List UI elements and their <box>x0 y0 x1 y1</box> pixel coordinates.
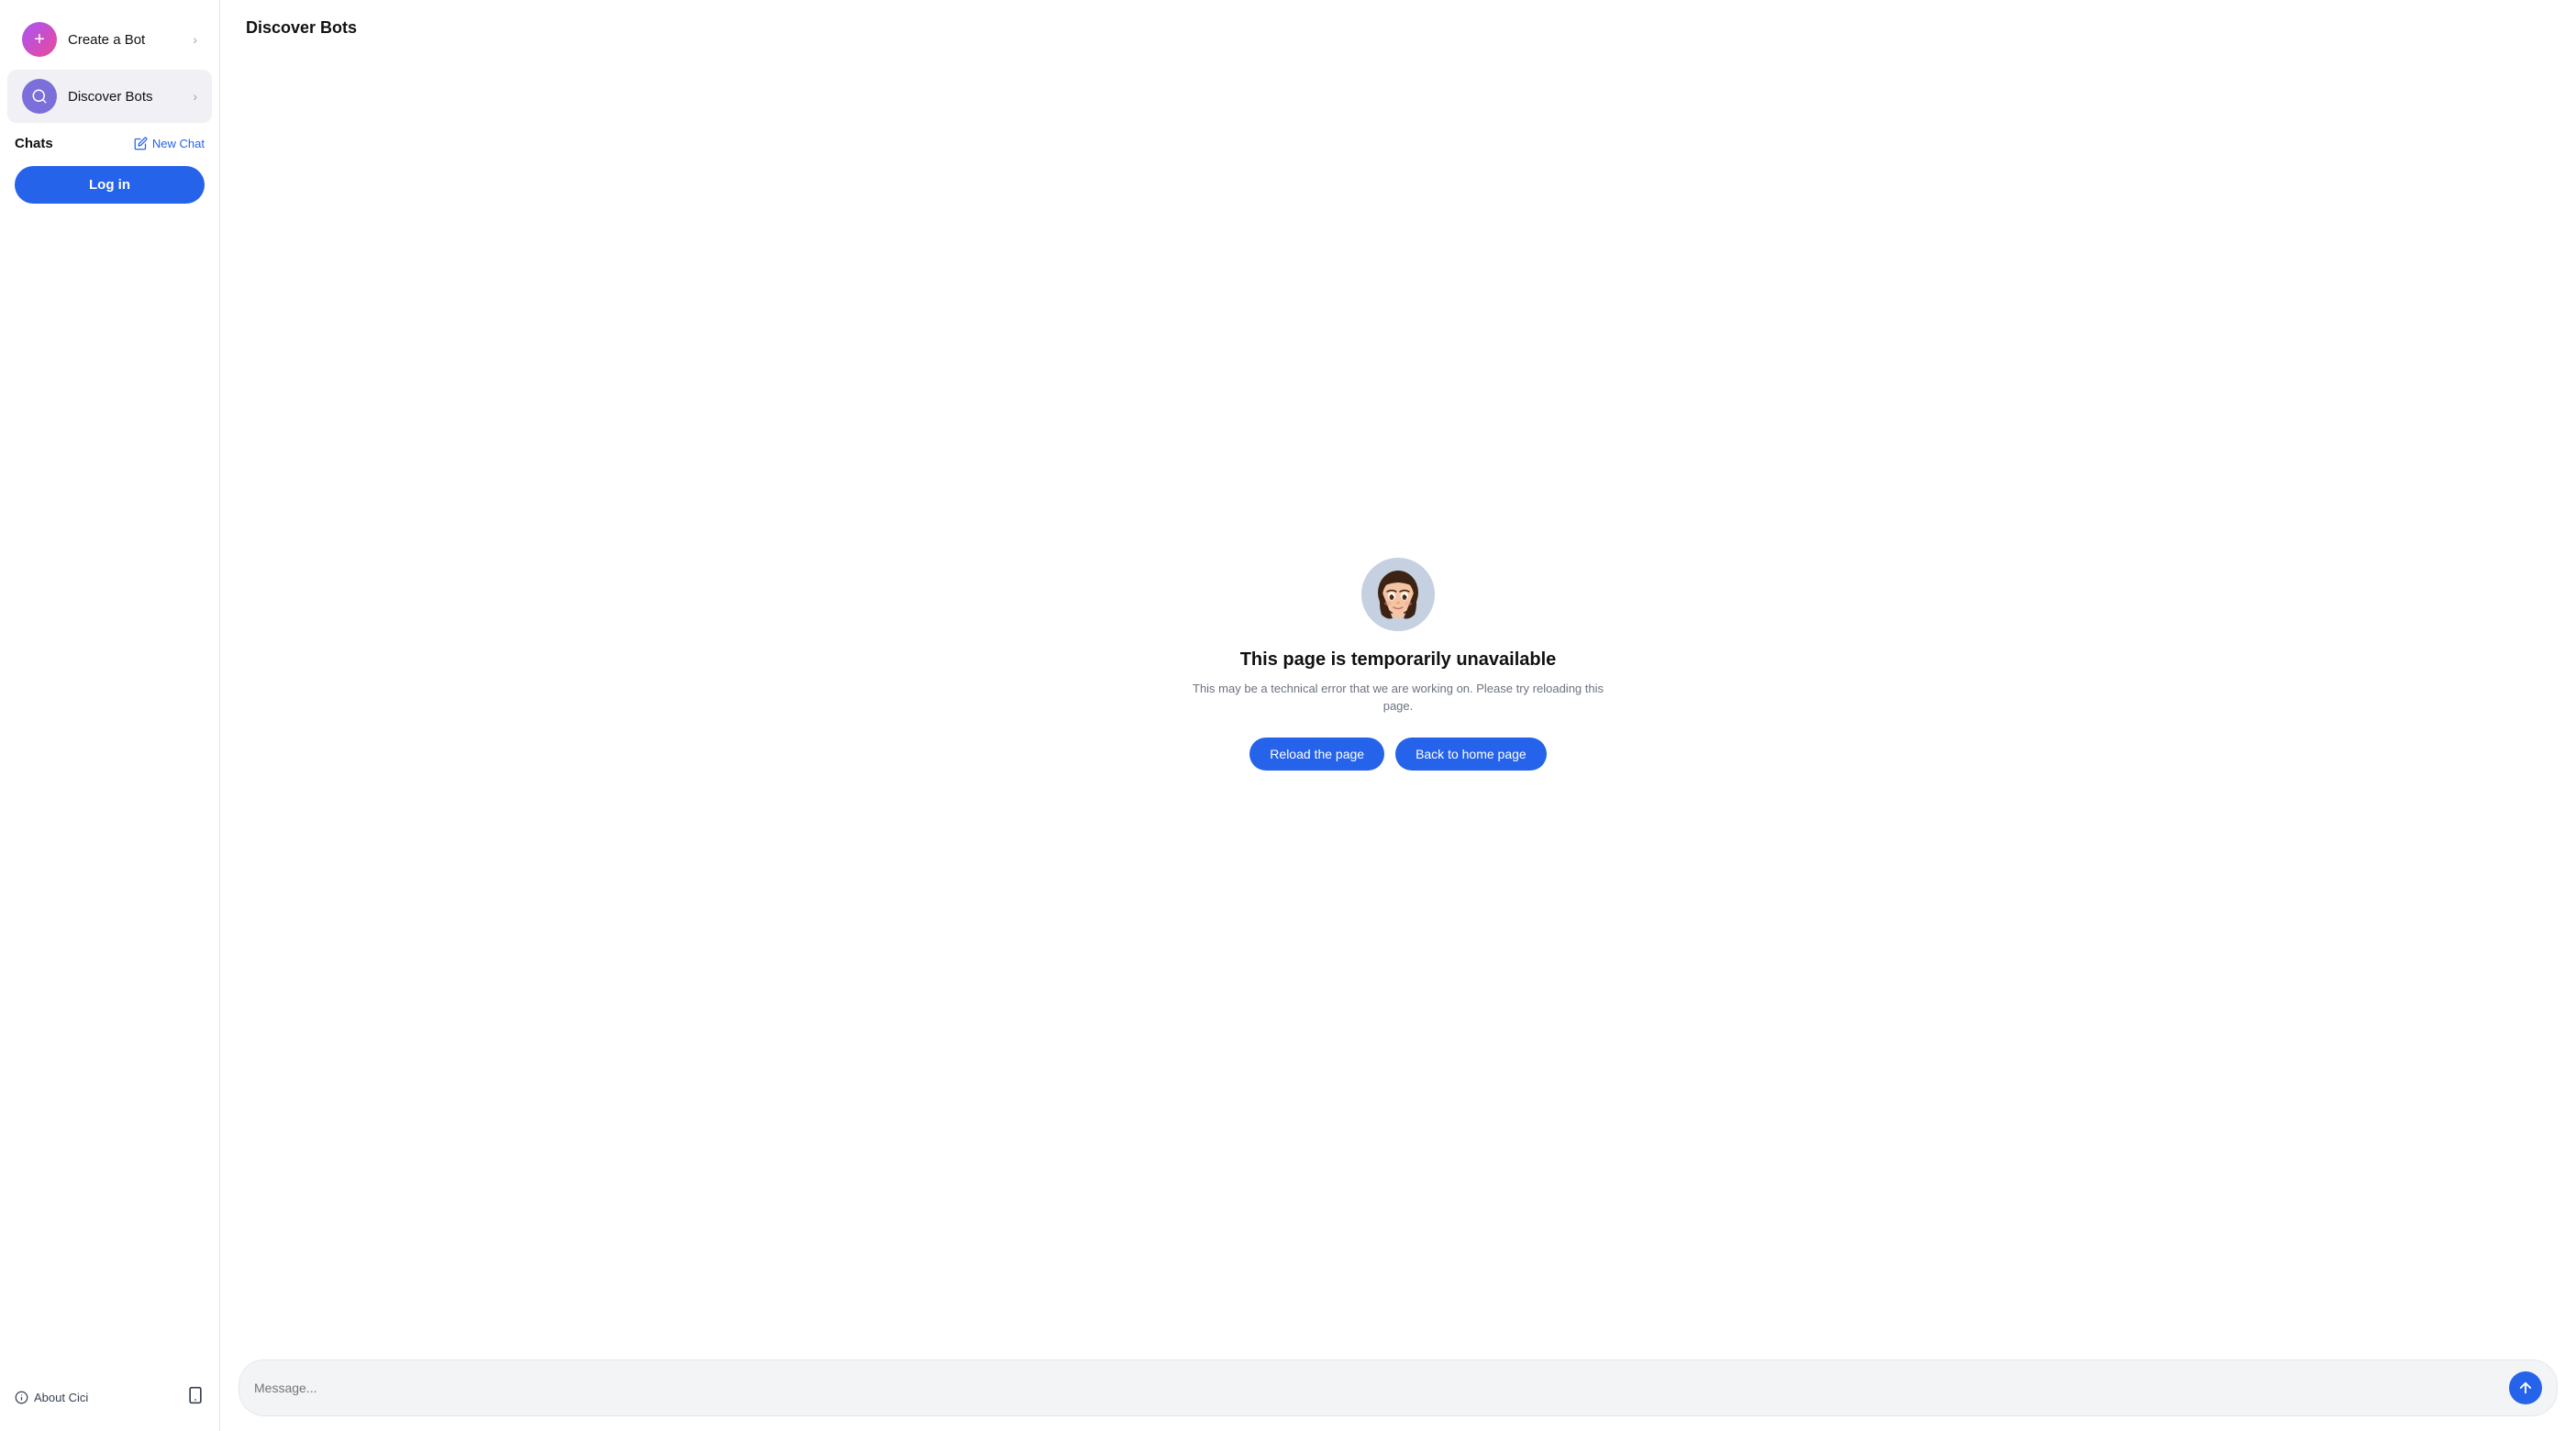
avatar-svg <box>1361 558 1435 631</box>
new-chat-button[interactable]: New Chat <box>134 137 205 150</box>
main-header: Discover Bots <box>220 0 2576 52</box>
about-label: About Cici <box>34 1391 88 1404</box>
phone-icon[interactable] <box>186 1386 205 1409</box>
reload-button[interactable]: Reload the page <box>1249 738 1384 771</box>
error-content: This page is temporarily unavailable Thi… <box>220 52 2576 1348</box>
page-title: Discover Bots <box>246 18 2550 38</box>
error-title: This page is temporarily unavailable <box>1240 649 1557 671</box>
info-icon <box>15 1391 28 1404</box>
sidebar-item-discover-bots[interactable]: Discover Bots › <box>7 70 212 123</box>
new-chat-icon <box>134 137 148 150</box>
send-icon <box>2517 1380 2534 1396</box>
error-description: This may be a technical error that we ar… <box>1178 680 1618 716</box>
message-input[interactable] <box>254 1381 2500 1395</box>
message-bar <box>220 1348 2576 1431</box>
discover-bots-icon <box>22 79 57 114</box>
send-button[interactable] <box>2509 1371 2542 1404</box>
create-bot-icon: + <box>22 22 57 57</box>
create-bot-chevron-icon: › <box>193 32 197 47</box>
message-input-container <box>239 1359 2558 1416</box>
chats-section: Chats New Chat <box>0 125 219 159</box>
main-panel: Discover Bots <box>220 0 2576 1431</box>
about-link[interactable]: About Cici <box>15 1391 88 1404</box>
login-button[interactable]: Log in <box>15 166 205 204</box>
create-bot-label: Create a Bot <box>68 32 182 48</box>
home-button[interactable]: Back to home page <box>1395 738 1547 771</box>
sidebar-bottom: About Cici <box>0 1375 219 1420</box>
discover-bots-chevron-icon: › <box>193 89 197 104</box>
sidebar: + Create a Bot › Discover Bots › Chats N… <box>0 0 220 1431</box>
discover-bots-label: Discover Bots <box>68 89 182 105</box>
error-avatar <box>1361 558 1435 631</box>
sidebar-item-create-bot[interactable]: + Create a Bot › <box>7 13 212 66</box>
error-actions: Reload the page Back to home page <box>1249 738 1546 771</box>
chats-label: Chats <box>15 136 53 151</box>
new-chat-label: New Chat <box>152 137 205 150</box>
